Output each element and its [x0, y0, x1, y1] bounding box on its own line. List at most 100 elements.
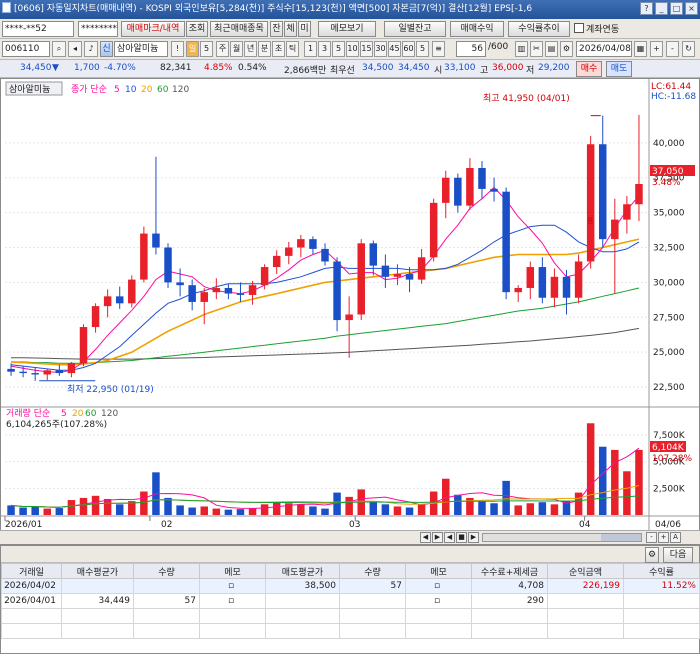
- table-row[interactable]: [1, 623, 700, 639]
- interval-30[interactable]: 30: [374, 41, 387, 57]
- account-toolbar: ****-**52 ******** 매매마크/내역 조회 최근매매종목 잔 체…: [0, 19, 700, 39]
- query-button[interactable]: 조회: [186, 21, 208, 37]
- search-icon[interactable]: ⌕: [52, 41, 66, 57]
- speaker-icon[interactable]: ♪: [84, 41, 98, 57]
- period-second[interactable]: 초: [272, 41, 285, 57]
- scroll-track[interactable]: [482, 533, 642, 542]
- play-forward-button[interactable]: ▶: [468, 532, 479, 543]
- candle-body: [188, 285, 196, 302]
- interval-custom[interactable]: 5: [416, 41, 429, 57]
- settings-icon[interactable]: ⚙: [645, 547, 659, 563]
- memo-icon[interactable]: ▫: [405, 578, 472, 594]
- unfilled-seg-button[interactable]: 미: [298, 21, 311, 37]
- balance-seg-button[interactable]: 잔: [270, 21, 283, 37]
- candle-body: [79, 327, 88, 364]
- volume-bar: [115, 504, 124, 515]
- interval-45[interactable]: 45: [388, 41, 401, 57]
- volume-bar: [309, 506, 317, 515]
- period-month[interactable]: 월: [230, 41, 243, 57]
- low-price: 29,200: [538, 63, 570, 73]
- memo-icon[interactable]: ▫: [405, 593, 472, 609]
- row-sell-avg: 38,500: [265, 578, 340, 594]
- next-button[interactable]: 다음: [663, 547, 693, 563]
- refresh-icon[interactable]: ↻: [682, 41, 695, 57]
- print-icon[interactable]: ▤: [545, 41, 558, 57]
- maximize-button[interactable]: □: [670, 2, 683, 15]
- filled-seg-button[interactable]: 체: [284, 21, 297, 37]
- history-icon[interactable]: ◂: [68, 41, 82, 57]
- row-rate: [623, 593, 700, 609]
- recent-trades-button[interactable]: 최근매매종목: [210, 21, 268, 37]
- row-date: 2026/04/01: [1, 593, 62, 609]
- volume-bar: [31, 506, 39, 515]
- bong-count-select[interactable]: 5: [200, 41, 213, 57]
- settings-small-icon[interactable]: ≡: [432, 41, 445, 57]
- high-price: 36,000: [492, 63, 524, 73]
- volume-bar: [502, 480, 510, 515]
- scissors-icon[interactable]: ✂: [530, 41, 543, 57]
- volume-bar: [393, 506, 402, 515]
- zoom-in-icon[interactable]: +: [650, 41, 663, 57]
- interval-1[interactable]: 1: [304, 41, 317, 57]
- day-period-button[interactable]: 일: [186, 41, 199, 57]
- row-sell-qty: 57: [339, 578, 406, 594]
- sell-button[interactable]: 매도: [606, 61, 632, 77]
- period-minute[interactable]: 분: [258, 41, 271, 57]
- volume-bar: [248, 508, 257, 515]
- interval-60[interactable]: 60: [402, 41, 415, 57]
- scroll-thumb[interactable]: [601, 534, 641, 541]
- period-week[interactable]: 주: [216, 41, 229, 57]
- buy-button[interactable]: 매수: [576, 61, 602, 77]
- account-select[interactable]: ****-**52: [2, 21, 74, 37]
- chart-type-icon[interactable]: ▥: [515, 41, 528, 57]
- col-fee: 수수료+제세금: [471, 563, 548, 579]
- candle-body: [43, 370, 52, 375]
- chart-area[interactable]: 40,000 37,500 35,000 32,500 30,000 27,500 25,0…: [0, 78, 700, 545]
- stop-button[interactable]: ■: [456, 532, 467, 543]
- stock-code-input[interactable]: 006110: [2, 41, 50, 57]
- row-fee: 4,708: [471, 578, 548, 594]
- interval-5[interactable]: 5: [332, 41, 345, 57]
- bar-count-input[interactable]: 56: [456, 41, 486, 57]
- table-row[interactable]: [1, 608, 700, 624]
- trade-profit-button[interactable]: 매매수익: [450, 21, 504, 37]
- auto-fit-button[interactable]: A: [670, 532, 681, 543]
- row-date: 2026/04/02: [1, 578, 62, 594]
- period-year[interactable]: 년: [244, 41, 257, 57]
- period-tick[interactable]: 틱: [286, 41, 299, 57]
- alert-button[interactable]: !: [171, 41, 184, 57]
- close-button[interactable]: ×: [685, 2, 698, 15]
- zoom-out-button[interactable]: -: [646, 532, 657, 543]
- account-link-checkbox[interactable]: [574, 23, 584, 33]
- table-row[interactable]: 2026/04/02 ▫ 38,500 57 ▫ 4,708 226,199 1…: [1, 578, 700, 594]
- scroll-right-button[interactable]: ▶: [432, 532, 443, 543]
- profit-trend-button[interactable]: 수익률추이: [508, 21, 570, 37]
- trade-history-tab[interactable]: 매매마크/내역: [121, 21, 185, 37]
- zoom-in-button[interactable]: +: [658, 532, 669, 543]
- interval-15[interactable]: 15: [360, 41, 373, 57]
- memo-icon[interactable]: ▫: [199, 578, 266, 594]
- zoom-out-icon[interactable]: -: [666, 41, 679, 57]
- play-back-button[interactable]: ◀: [444, 532, 455, 543]
- daily-balance-button[interactable]: 일별잔고: [384, 21, 446, 37]
- help-button[interactable]: ?: [640, 2, 653, 15]
- candle-body: [514, 287, 522, 293]
- volume-bar: [67, 500, 76, 515]
- date-input[interactable]: 2026/04/08: [576, 41, 632, 57]
- chart-scrollbar[interactable]: ◀ ▶ ◀ ■ ▶ - + A: [0, 530, 700, 544]
- price-tick-label: 30,000: [653, 278, 685, 288]
- interval-10[interactable]: 10: [346, 41, 359, 57]
- memo-view-button[interactable]: 메모보기: [318, 21, 376, 37]
- table-row[interactable]: 2026/04/01 34,449 57 ▫ ▫ 290: [1, 593, 700, 609]
- scroll-left-button[interactable]: ◀: [420, 532, 431, 543]
- volume-tag: 6,104K: [652, 443, 685, 453]
- credit-badge[interactable]: 신: [100, 41, 113, 57]
- interval-3[interactable]: 3: [318, 41, 331, 57]
- memo-icon[interactable]: ▫: [199, 593, 266, 609]
- volume-bar: [417, 504, 426, 515]
- minimize-button[interactable]: _: [655, 2, 668, 15]
- password-input[interactable]: ********: [78, 21, 118, 37]
- calendar-icon[interactable]: ▦: [634, 41, 647, 57]
- gear-icon[interactable]: ⚙: [560, 41, 573, 57]
- candlestick-chart[interactable]: 40,00037,50035,00032,50030,00027,50025,0…: [1, 79, 699, 531]
